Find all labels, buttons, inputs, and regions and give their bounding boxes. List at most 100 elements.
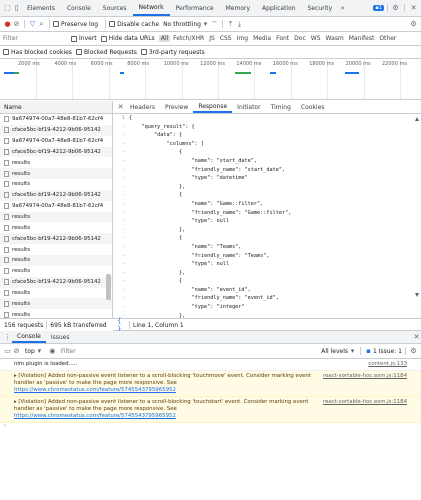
tab-security[interactable]: Security [302, 0, 339, 16]
request-row[interactable]: results [0, 244, 112, 255]
hide-data-urls-checkbox[interactable] [100, 35, 107, 42]
request-row[interactable]: results [0, 254, 112, 266]
disable-cache-checkbox[interactable] [109, 21, 116, 27]
blocked-requests-checkbox[interactable] [75, 49, 82, 55]
filter-input[interactable] [3, 33, 71, 44]
tab-application[interactable]: Application [256, 0, 302, 16]
context-select[interactable]: top ▾ [25, 347, 44, 356]
filter-type-other[interactable]: Other [377, 35, 398, 42]
request-row[interactable]: results [0, 288, 112, 299]
console-output[interactable]: content.js:133 nlm plugin is loaded..... r… [0, 359, 421, 500]
name-column-header[interactable]: Name [0, 101, 112, 114]
tab-memory[interactable]: Memory [220, 0, 256, 16]
drawer-menu-icon[interactable]: ⋮ [3, 333, 12, 342]
settings-gear-icon[interactable]: ⚙ [409, 20, 418, 29]
filter-type-media[interactable]: Media [251, 35, 273, 42]
has-blocked-cookies-checkbox[interactable] [3, 49, 9, 55]
request-row[interactable]: results [0, 179, 112, 190]
third-party-checkbox[interactable] [140, 49, 147, 55]
request-name: cface5bc-bf19-4212-9b06-95142 [12, 192, 101, 199]
detail-tab-response[interactable]: Response [193, 101, 233, 113]
code-text: "query_result": { [129, 123, 195, 130]
filter-type-fetchxhr[interactable]: Fetch/XHR [171, 35, 206, 42]
request-row[interactable]: cface5bc-bf19-4212-9b06-95142 [0, 124, 112, 136]
import-icon[interactable]: ⤒ [226, 20, 235, 29]
kebab-menu-icon[interactable]: ⋮ [400, 4, 409, 13]
filter-type-img[interactable]: Img [235, 35, 250, 42]
detail-tab-headers[interactable]: Headers [125, 101, 160, 113]
drawer-tab-issues[interactable]: Issues [46, 331, 75, 343]
request-row[interactable]: cface5bc-bf19-4212-9b06-95142 [0, 146, 112, 158]
request-row[interactable]: 9a674974-00a7-48e8-81b7-62cf4 [0, 136, 112, 147]
request-row[interactable]: results [0, 266, 112, 277]
search-icon[interactable]: ⌕ [37, 20, 46, 29]
tab-sources[interactable]: Sources [97, 0, 133, 16]
filter-type-all[interactable]: All [158, 35, 171, 42]
console-filter-input[interactable] [60, 346, 281, 356]
line-number: - [121, 200, 125, 207]
detail-tab-initiator[interactable]: Initiator [232, 101, 265, 113]
detail-tab-cookies[interactable]: Cookies [296, 101, 330, 113]
request-row[interactable]: cface5bc-bf19-4212-9b06-95142 [0, 276, 112, 288]
pretty-print-icon[interactable]: { } [117, 317, 126, 333]
response-body[interactable]: 1{- "query_result": {- "data": {- "colum… [113, 114, 421, 318]
console-prompt[interactable]: › [0, 423, 421, 429]
chromestatus-link[interactable]: https://www.chromestatus.com/feature/574… [14, 413, 176, 419]
console-settings-icon[interactable]: ⚙ [409, 347, 418, 356]
issues-button[interactable]: ▪ 1 Issue: 1 [364, 347, 402, 356]
filter-icon[interactable]: ▽ [28, 20, 37, 29]
device-toolbar-icon[interactable]: ▯ [12, 4, 21, 13]
sidebar-toggle-icon[interactable]: ▭ [3, 347, 12, 356]
filter-type-doc[interactable]: Doc [292, 35, 308, 42]
gear-icon[interactable]: ⚙ [391, 4, 400, 13]
drawer-tab-console[interactable]: Console [12, 331, 46, 343]
tab-console[interactable]: Console [61, 0, 97, 16]
log-levels-select[interactable]: All levels ▾ [321, 347, 357, 356]
detail-tab-timing[interactable]: Timing [266, 101, 296, 113]
request-row[interactable]: results [0, 298, 112, 310]
request-row[interactable]: results [0, 168, 112, 180]
code-line: - "type": "integer" [113, 303, 421, 312]
filter-type-ws[interactable]: WS [309, 35, 323, 42]
message-source-link[interactable]: react-sortable-hoc.esm.js:1184 [323, 373, 407, 380]
record-icon[interactable]: ● [3, 20, 12, 29]
network-timeline-overview[interactable]: 2000 ms 4000 ms 6000 ms 8000 ms 10000 ms 1200… [0, 59, 421, 100]
filter-type-font[interactable]: Font [274, 35, 291, 42]
response-scrollbar[interactable] [415, 117, 419, 297]
request-row[interactable]: cface5bc-bf19-4212-9b06-95142 [0, 189, 112, 201]
tab-network[interactable]: Network [132, 0, 170, 16]
request-list-scrollbar[interactable] [106, 274, 111, 300]
issues-badge[interactable]: ▪1 [371, 5, 384, 11]
export-icon[interactable]: ⤓ [235, 20, 244, 29]
request-detail-panel: ✕ Headers Preview Response Initiator Timing C… [113, 101, 421, 333]
message-source-link[interactable]: content.js:133 [368, 361, 407, 368]
tab-performance[interactable]: Performance [170, 0, 220, 16]
preserve-log-checkbox[interactable] [53, 21, 59, 27]
close-drawer-icon[interactable]: ✕ [412, 333, 421, 342]
close-icon[interactable]: ✕ [409, 4, 418, 13]
filter-type-css[interactable]: CSS [218, 35, 234, 42]
request-row[interactable]: 9a674974-00a7-48e8-81b7-62cf4 [0, 114, 112, 125]
request-row[interactable]: results [0, 157, 112, 168]
tab-elements[interactable]: Elements [21, 0, 61, 16]
message-source-link[interactable]: react-sortable-hoc.esm.js:1184 [323, 399, 407, 406]
wifi-icon[interactable]: ⌔ [210, 20, 219, 29]
request-row[interactable]: results [0, 211, 112, 223]
invert-checkbox[interactable] [71, 35, 77, 42]
detail-tab-preview[interactable]: Preview [160, 101, 193, 113]
chromestatus-link[interactable]: https://www.chromestatus.com/feature/574… [14, 387, 176, 393]
inspect-element-icon[interactable]: ⬚ [3, 4, 12, 13]
filter-type-js[interactable]: JS [207, 35, 217, 42]
filter-type-wasm[interactable]: Wasm [324, 35, 346, 42]
close-detail-icon[interactable]: ✕ [116, 103, 125, 112]
eye-icon[interactable]: ◉ [48, 347, 57, 356]
filter-type-manifest[interactable]: Manifest [347, 35, 377, 42]
line-number: - [121, 295, 125, 302]
request-row[interactable]: cface5bc-bf19-4212-9b06-95142 [0, 233, 112, 245]
throttling-select[interactable]: No throttling ▾ [163, 20, 210, 29]
request-row[interactable]: results [0, 222, 112, 233]
more-tabs-icon[interactable]: » [338, 4, 347, 13]
request-row[interactable]: 9a674974-00a7-48e8-81b7-62cf4 [0, 201, 112, 212]
clear-console-icon[interactable]: ⊘ [12, 347, 21, 356]
clear-icon[interactable]: ⊘ [12, 20, 21, 29]
